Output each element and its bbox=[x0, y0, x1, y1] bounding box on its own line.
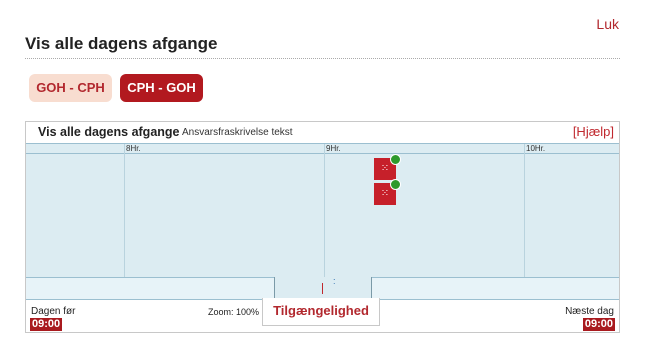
previous-day-label[interactable]: Dagen før bbox=[31, 306, 75, 317]
hour-scale: 8Hr. 9Hr. 10Hr. bbox=[26, 144, 619, 154]
title-divider bbox=[25, 58, 620, 59]
panel-title: Vis alle dagens afgange bbox=[38, 125, 180, 139]
flight-departure[interactable]: ⁙ bbox=[374, 154, 401, 180]
hour-label-9: 9Hr. bbox=[326, 144, 341, 153]
timeline-overview-strip[interactable]: : bbox=[26, 277, 619, 300]
current-time-marker bbox=[322, 283, 323, 294]
departures-timeline: 8Hr. 9Hr. 10Hr. ⁙ ⁙ bbox=[26, 143, 619, 278]
route-button-cph-goh[interactable]: CPH - GOH bbox=[120, 74, 203, 102]
zoom-level: Zoom: 100% bbox=[208, 307, 260, 317]
disclaimer-text[interactable]: Ansvarsfraskrivelse tekst bbox=[182, 127, 293, 138]
panel-header: Vis alle dagens afgange Ansvarsfraskrive… bbox=[26, 122, 619, 143]
next-day-label[interactable]: Næste dag bbox=[565, 306, 614, 317]
flight-departure[interactable]: ⁙ bbox=[374, 179, 401, 205]
page-title: Vis alle dagens afgange bbox=[25, 34, 218, 53]
departure-markers-icon: : bbox=[333, 276, 336, 286]
hour-gridline-8 bbox=[124, 144, 125, 278]
tab-availability[interactable]: Tilgængelighed bbox=[262, 298, 380, 326]
hour-gridline-9 bbox=[324, 144, 325, 278]
status-ok-icon bbox=[390, 179, 401, 190]
status-ok-icon bbox=[390, 154, 401, 165]
hour-label-10: 10Hr. bbox=[526, 144, 546, 153]
help-link[interactable]: [Hjælp] bbox=[573, 124, 614, 139]
hour-gridline-10 bbox=[524, 144, 525, 278]
previous-day-time[interactable]: 09:00 bbox=[30, 318, 63, 331]
close-link[interactable]: Luk bbox=[596, 16, 619, 32]
next-day-time[interactable]: 09:00 bbox=[582, 318, 615, 331]
route-button-goh-cph[interactable]: GOH - CPH bbox=[29, 74, 112, 102]
flight-icon: ⁙ bbox=[380, 188, 390, 199]
departures-panel: Vis alle dagens afgange Ansvarsfraskrive… bbox=[25, 121, 620, 333]
timeline-viewport-handle[interactable]: : bbox=[274, 277, 372, 299]
hour-label-8: 8Hr. bbox=[126, 144, 141, 153]
flight-icon: ⁙ bbox=[380, 163, 390, 174]
